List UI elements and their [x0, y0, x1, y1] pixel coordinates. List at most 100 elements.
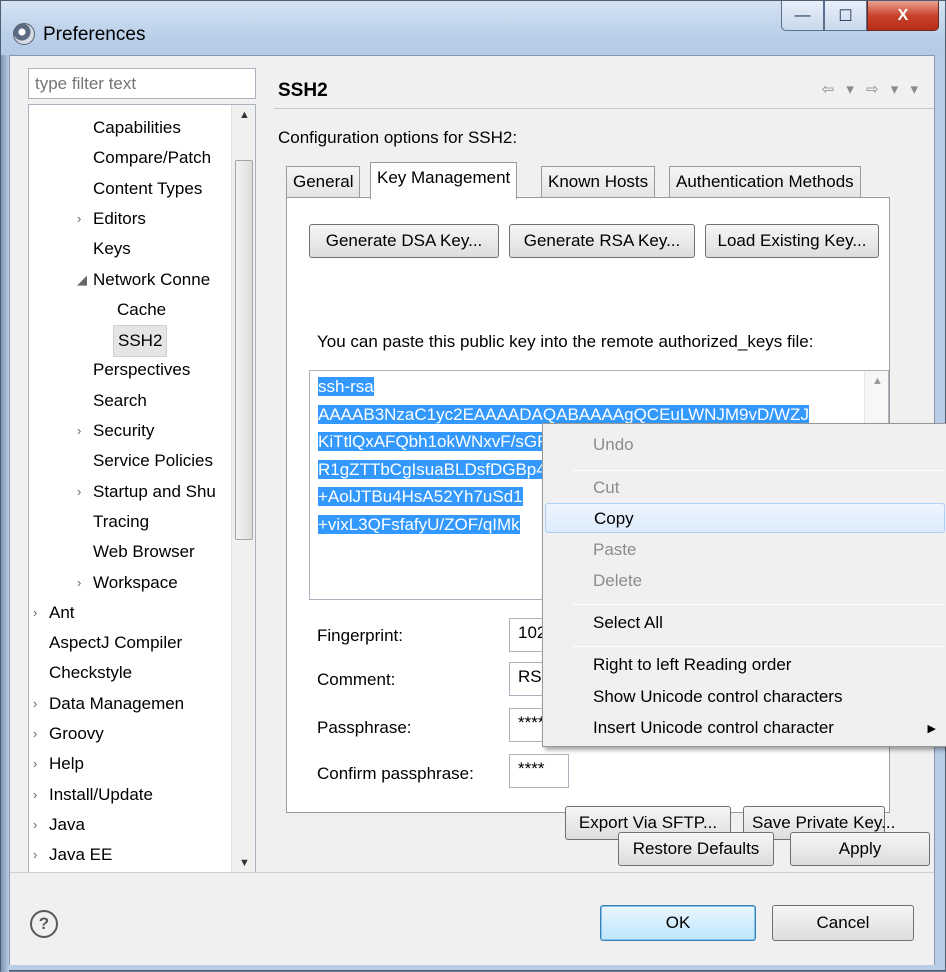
collapsed-twisty-icon[interactable]: › [33, 810, 37, 840]
key-scroll-up-icon[interactable]: ▲ [872, 375, 883, 387]
scroll-up-icon[interactable]: ▲ [239, 109, 250, 121]
collapsed-twisty-icon[interactable]: › [33, 840, 37, 870]
tree-vertical-scrollbar[interactable]: ▲ ▼ [231, 105, 255, 877]
menu-item-insert-unicode-control[interactable]: Insert Unicode control character [545, 713, 945, 743]
collapsed-twisty-icon[interactable]: › [77, 204, 81, 234]
minimize-button[interactable]: — [781, 1, 824, 31]
collapsed-twisty-icon[interactable]: › [33, 780, 37, 810]
apply-button[interactable]: Apply [790, 832, 930, 866]
maximize-button[interactable]: ☐ [824, 1, 867, 31]
menu-item-show-unicode-control[interactable]: Show Unicode control characters [545, 682, 945, 712]
tab-general[interactable]: General [286, 166, 361, 198]
title-bar[interactable]: Preferences — ☐ X [1, 1, 945, 55]
tree-item[interactable]: › Ant [29, 598, 229, 628]
tree-item[interactable]: Web Browser [29, 537, 229, 567]
history-nav-icons[interactable]: ⇦ ▾ ⇨ ▾ ▾ [822, 80, 922, 98]
collapsed-twisty-icon[interactable]: › [77, 568, 81, 598]
tree-item[interactable]: Perspectives [29, 355, 229, 385]
tree-item-label: Compare/Patch [93, 148, 212, 168]
collapsed-twisty-icon[interactable]: › [33, 689, 37, 719]
collapsed-twisty-icon[interactable]: › [33, 719, 37, 749]
close-icon: X [897, 6, 909, 24]
close-button[interactable]: X [867, 1, 939, 31]
tree-item-label: Content Types [93, 178, 203, 198]
tree-item[interactable]: › Startup and Shu [29, 477, 229, 507]
tree-item[interactable]: › Help [29, 749, 229, 779]
tree-item[interactable]: ◢ Network Conne [29, 265, 229, 295]
tree-item[interactable]: Compare/Patch [29, 143, 229, 173]
cancel-button[interactable]: Cancel [772, 905, 914, 941]
menu-item-copy[interactable]: Copy [545, 503, 945, 533]
expanded-twisty-icon[interactable]: ◢ [77, 265, 87, 295]
menu-item-cut[interactable]: Cut [545, 473, 945, 503]
menu-separator [573, 646, 943, 647]
collapsed-twisty-icon[interactable]: › [77, 416, 81, 446]
collapsed-twisty-icon[interactable]: › [77, 477, 81, 507]
minimize-icon: — [794, 6, 811, 24]
context-menu: Undo Cut Copy Paste Delete Select All Ri… [542, 423, 946, 747]
tree-item-label: Java EE [49, 845, 113, 865]
tree-item-label: AspectJ Compiler [49, 633, 183, 653]
tree-item-label: Search [93, 390, 147, 410]
confirm-passphrase-field[interactable]: **** [509, 754, 569, 788]
tree-item[interactable]: › Data Managemen [29, 689, 229, 719]
tree-item[interactable]: AspectJ Compiler [29, 628, 229, 658]
tree-item-label: Ant [49, 602, 75, 622]
tree-item-label: Install/Update [49, 784, 153, 804]
window-frame-edge [1, 53, 9, 972]
tree-item[interactable]: › Java [29, 810, 229, 840]
passphrase-label: Passphrase: [317, 718, 412, 737]
collapsed-twisty-icon[interactable]: › [33, 598, 37, 628]
key-line: +AolJTBu4HsA52Yh7uSd1 [318, 487, 523, 506]
help-icon[interactable]: ? [30, 910, 58, 938]
menu-item-undo[interactable]: Undo [545, 430, 945, 460]
tree-item-label: Security [93, 421, 155, 440]
tree-item[interactable]: › Groovy [29, 719, 229, 749]
page-title: SSH2 [278, 80, 328, 101]
menu-separator [573, 470, 943, 471]
tree-item[interactable]: Search [29, 386, 229, 416]
tree-item[interactable]: Cache [29, 295, 229, 325]
tree-item[interactable]: Capabilities [29, 113, 229, 143]
menu-item-select-all[interactable]: Select All [545, 608, 945, 638]
tree-item-label: Network Conne [93, 269, 211, 289]
menu-item-paste[interactable]: Paste [545, 535, 945, 565]
tree-scroll-thumb[interactable] [235, 160, 253, 540]
tree-item[interactable]: › Install/Update [29, 780, 229, 810]
generate-dsa-key-button[interactable]: Generate DSA Key... [309, 224, 499, 258]
menu-item-rtl-reading-order[interactable]: Right to left Reading order [545, 650, 945, 680]
collapsed-twisty-icon[interactable]: › [33, 749, 37, 779]
tab-authentication-methods[interactable]: Authentication Methods [669, 166, 861, 198]
menu-item-delete[interactable]: Delete [545, 566, 945, 596]
tree-item-label: Cache [117, 299, 167, 319]
tab-known-hosts[interactable]: Known Hosts [541, 166, 656, 198]
tree-item[interactable]: Content Types [29, 174, 229, 204]
tree-item[interactable]: Service Policies [29, 446, 229, 476]
key-line: AAAAB3NzaC1yc2EAAAADAQABAAAAgQCEuLWNJM9v… [318, 404, 809, 424]
tree-item-label: Web Browser [93, 542, 195, 562]
window-controls: — ☐ X [781, 1, 939, 31]
generate-rsa-key-button[interactable]: Generate RSA Key... [509, 224, 695, 258]
tree-item[interactable]: › Editors [29, 204, 229, 234]
fingerprint-label: Fingerprint: [317, 626, 403, 645]
scroll-down-icon[interactable]: ▼ [239, 857, 250, 869]
ok-button[interactable]: OK [600, 905, 756, 941]
preferences-window: Preferences — ☐ X Capabilities Compare/Pa… [0, 0, 946, 972]
preferences-app-icon [13, 23, 35, 45]
tree-item-label: Checkstyle [49, 663, 133, 683]
tree-item[interactable]: Checkstyle [29, 658, 229, 688]
load-existing-key-button[interactable]: Load Existing Key... [705, 224, 879, 258]
tree-item-label: SSH2 [113, 325, 168, 358]
comment-label: Comment: [317, 670, 396, 689]
filter-input[interactable] [28, 68, 256, 99]
tree-item[interactable]: › Java EE [29, 840, 229, 870]
tab-key-management[interactable]: Key Management [370, 162, 518, 199]
tree-item[interactable]: Keys [29, 234, 229, 264]
restore-defaults-button[interactable]: Restore Defaults [618, 832, 774, 866]
window-title: Preferences [43, 24, 146, 45]
tree-item[interactable]: SSH2 [29, 325, 229, 358]
tree-item[interactable]: Tracing [29, 507, 229, 537]
tree-item[interactable]: › Security [29, 416, 229, 446]
tree-item-label: Groovy [49, 724, 104, 743]
tree-item[interactable]: › Workspace [29, 568, 229, 598]
